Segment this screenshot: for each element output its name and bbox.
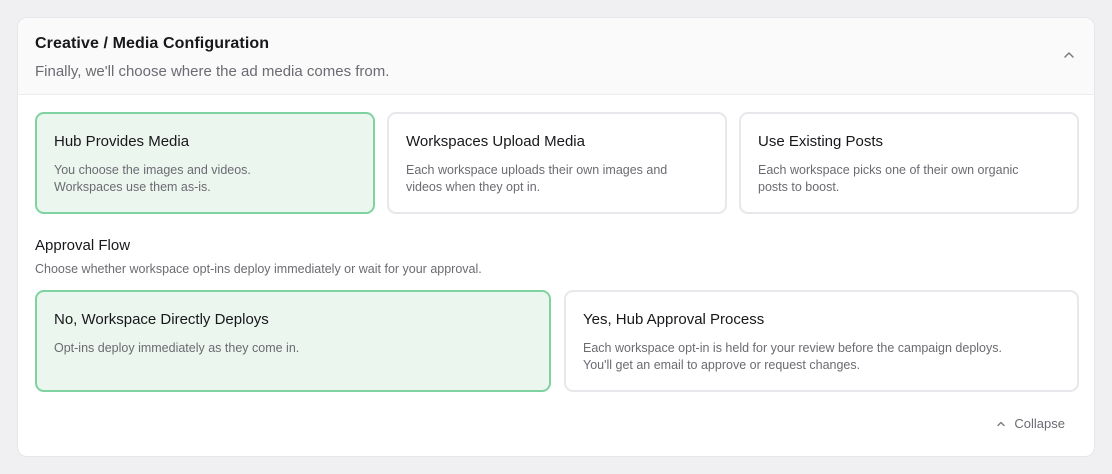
media-option-workspaces-upload-media[interactable]: Workspaces Upload Media Each workspace u…	[387, 112, 727, 214]
approval-flow-label: Approval Flow	[35, 237, 131, 254]
card-description: You choose the images and videos. Worksp…	[54, 162, 359, 196]
panel-subtitle: Finally, we'll choose where the ad media…	[35, 63, 390, 80]
card-description: Each workspace picks one of their own or…	[758, 162, 1063, 196]
media-option-use-existing-posts[interactable]: Use Existing Posts Each workspace picks …	[739, 112, 1079, 214]
card-description-line: You'll get an email to approve or reques…	[583, 358, 861, 372]
creative-media-configuration-panel: Creative / Media Configuration Finally, …	[17, 17, 1095, 457]
card-description-line: videos when they opt in.	[406, 180, 541, 194]
card-title: Workspaces Upload Media	[406, 133, 585, 150]
card-title: Yes, Hub Approval Process	[583, 311, 765, 328]
card-description-line: posts to boost.	[758, 180, 840, 194]
approval-option-direct-deploy[interactable]: No, Workspace Directly Deploys Opt-ins d…	[35, 290, 551, 392]
collapse-button[interactable]: Collapse	[996, 416, 1065, 431]
card-title: Hub Provides Media	[54, 133, 190, 150]
card-description-line: Each workspace uploads their own images …	[406, 163, 668, 177]
card-description-line: Opt-ins deploy immediately as they come …	[54, 341, 300, 355]
approval-flow-description: Choose whether workspace opt-ins deploy …	[35, 262, 482, 276]
chevron-up-icon[interactable]	[1062, 48, 1076, 62]
card-title: No, Workspace Directly Deploys	[54, 311, 269, 328]
card-description-line: Each workspace opt-in is held for your r…	[583, 341, 1002, 355]
approval-option-hub-approval[interactable]: Yes, Hub Approval Process Each workspace…	[564, 290, 1079, 392]
card-description: Each workspace opt-in is held for your r…	[583, 340, 1063, 374]
card-description-line: Workspaces use them as-is.	[54, 180, 211, 194]
card-description-line: You choose the images and videos.	[54, 163, 251, 177]
card-title: Use Existing Posts	[758, 133, 884, 150]
panel-title: Creative / Media Configuration	[35, 35, 270, 52]
card-description-line: Each workspace picks one of their own or…	[758, 163, 1019, 177]
card-description: Opt-ins deploy immediately as they come …	[54, 340, 535, 357]
card-description: Each workspace uploads their own images …	[406, 162, 711, 196]
media-option-hub-provides-media[interactable]: Hub Provides Media You choose the images…	[35, 112, 375, 214]
chevron-up-icon	[997, 421, 1006, 426]
panel-header[interactable]: Creative / Media Configuration Finally, …	[18, 18, 1094, 95]
collapse-label: Collapse	[1014, 416, 1065, 431]
